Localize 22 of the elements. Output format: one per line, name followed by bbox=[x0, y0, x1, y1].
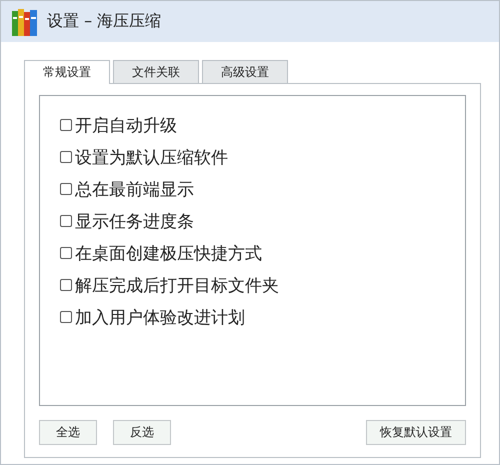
button[interactable]: 反选 bbox=[113, 420, 171, 445]
option-label: 加入用户体验改进计划 bbox=[75, 306, 245, 328]
tab[interactable]: 高级设置 bbox=[202, 60, 288, 83]
option-label: 显示任务进度条 bbox=[75, 210, 194, 232]
checkbox[interactable] bbox=[60, 311, 72, 323]
button[interactable]: 恢复默认设置 bbox=[366, 420, 466, 445]
tab[interactable]: 常规设置 bbox=[24, 60, 110, 84]
option-label: 总在最前端显示 bbox=[75, 178, 194, 200]
option-label: 解压完成后打开目标文件夹 bbox=[75, 274, 279, 296]
button[interactable]: 全选 bbox=[39, 420, 97, 445]
checkbox[interactable] bbox=[60, 119, 72, 131]
checkbox[interactable] bbox=[60, 247, 72, 259]
option-label: 开启自动升级 bbox=[75, 114, 177, 136]
option-label: 设置为默认压缩软件 bbox=[75, 146, 228, 168]
checkbox[interactable] bbox=[60, 215, 72, 227]
window-title: 设置 – 海压压缩 bbox=[47, 11, 162, 32]
option-label: 在桌面创建极压快捷方式 bbox=[75, 242, 262, 264]
checkbox[interactable] bbox=[60, 183, 72, 195]
checkbox[interactable] bbox=[60, 279, 72, 291]
tab[interactable]: 文件关联 bbox=[113, 60, 199, 83]
books-icon bbox=[11, 6, 39, 36]
checkbox[interactable] bbox=[60, 151, 72, 163]
